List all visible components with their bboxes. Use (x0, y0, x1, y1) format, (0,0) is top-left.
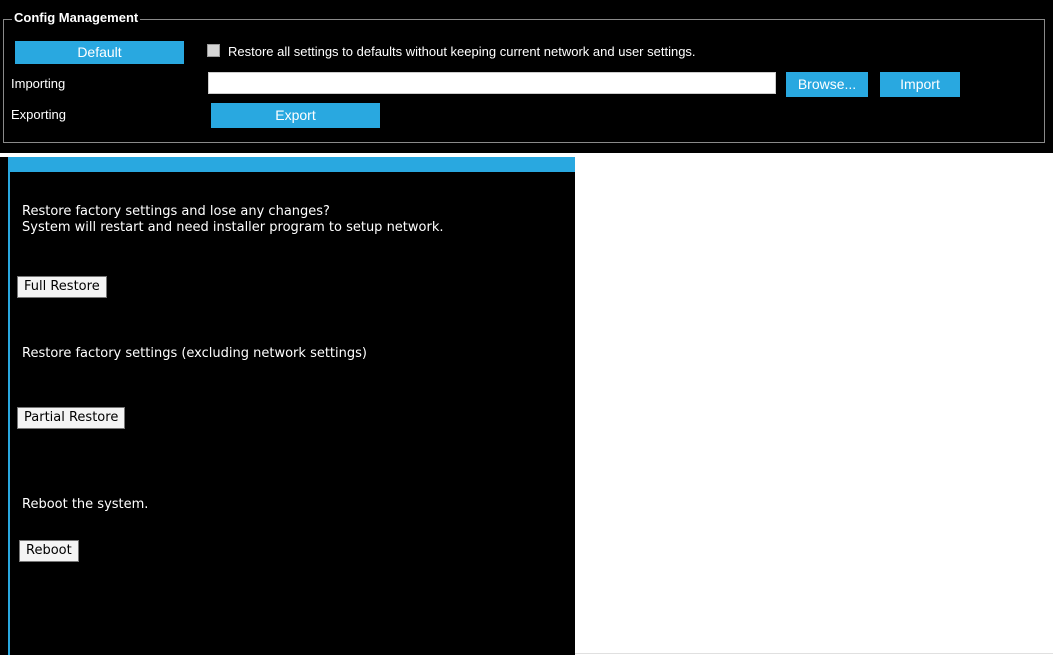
restore-all-checkbox[interactable] (207, 44, 220, 57)
config-management-panel: Config Management Default Restore all se… (0, 0, 1053, 153)
browse-button[interactable]: Browse... (786, 72, 868, 97)
restore-panel-header-bar (10, 157, 575, 172)
left-accent-rule (8, 157, 10, 655)
full-restore-button[interactable]: Full Restore (17, 276, 107, 298)
full-restore-message-line1: Restore factory settings and lose any ch… (22, 204, 330, 219)
import-file-input[interactable] (208, 72, 776, 94)
import-button[interactable]: Import (880, 72, 960, 97)
importing-label: Importing (11, 76, 66, 91)
restore-all-checkbox-label: Restore all settings to defaults without… (228, 44, 696, 59)
reboot-button[interactable]: Reboot (19, 540, 79, 562)
export-button[interactable]: Export (211, 103, 380, 128)
partial-restore-message: Restore factory settings (excluding netw… (22, 346, 367, 361)
default-button[interactable]: Default (15, 41, 184, 64)
partial-restore-button[interactable]: Partial Restore (17, 407, 126, 429)
exporting-label: Exporting (11, 107, 66, 122)
config-management-legend: Config Management (12, 10, 141, 26)
page-divider (575, 653, 1053, 654)
reboot-message: Reboot the system. (22, 497, 149, 512)
full-restore-message-line2: System will restart and need installer p… (22, 220, 444, 235)
restore-panel: Restore factory settings and lose any ch… (0, 157, 575, 655)
